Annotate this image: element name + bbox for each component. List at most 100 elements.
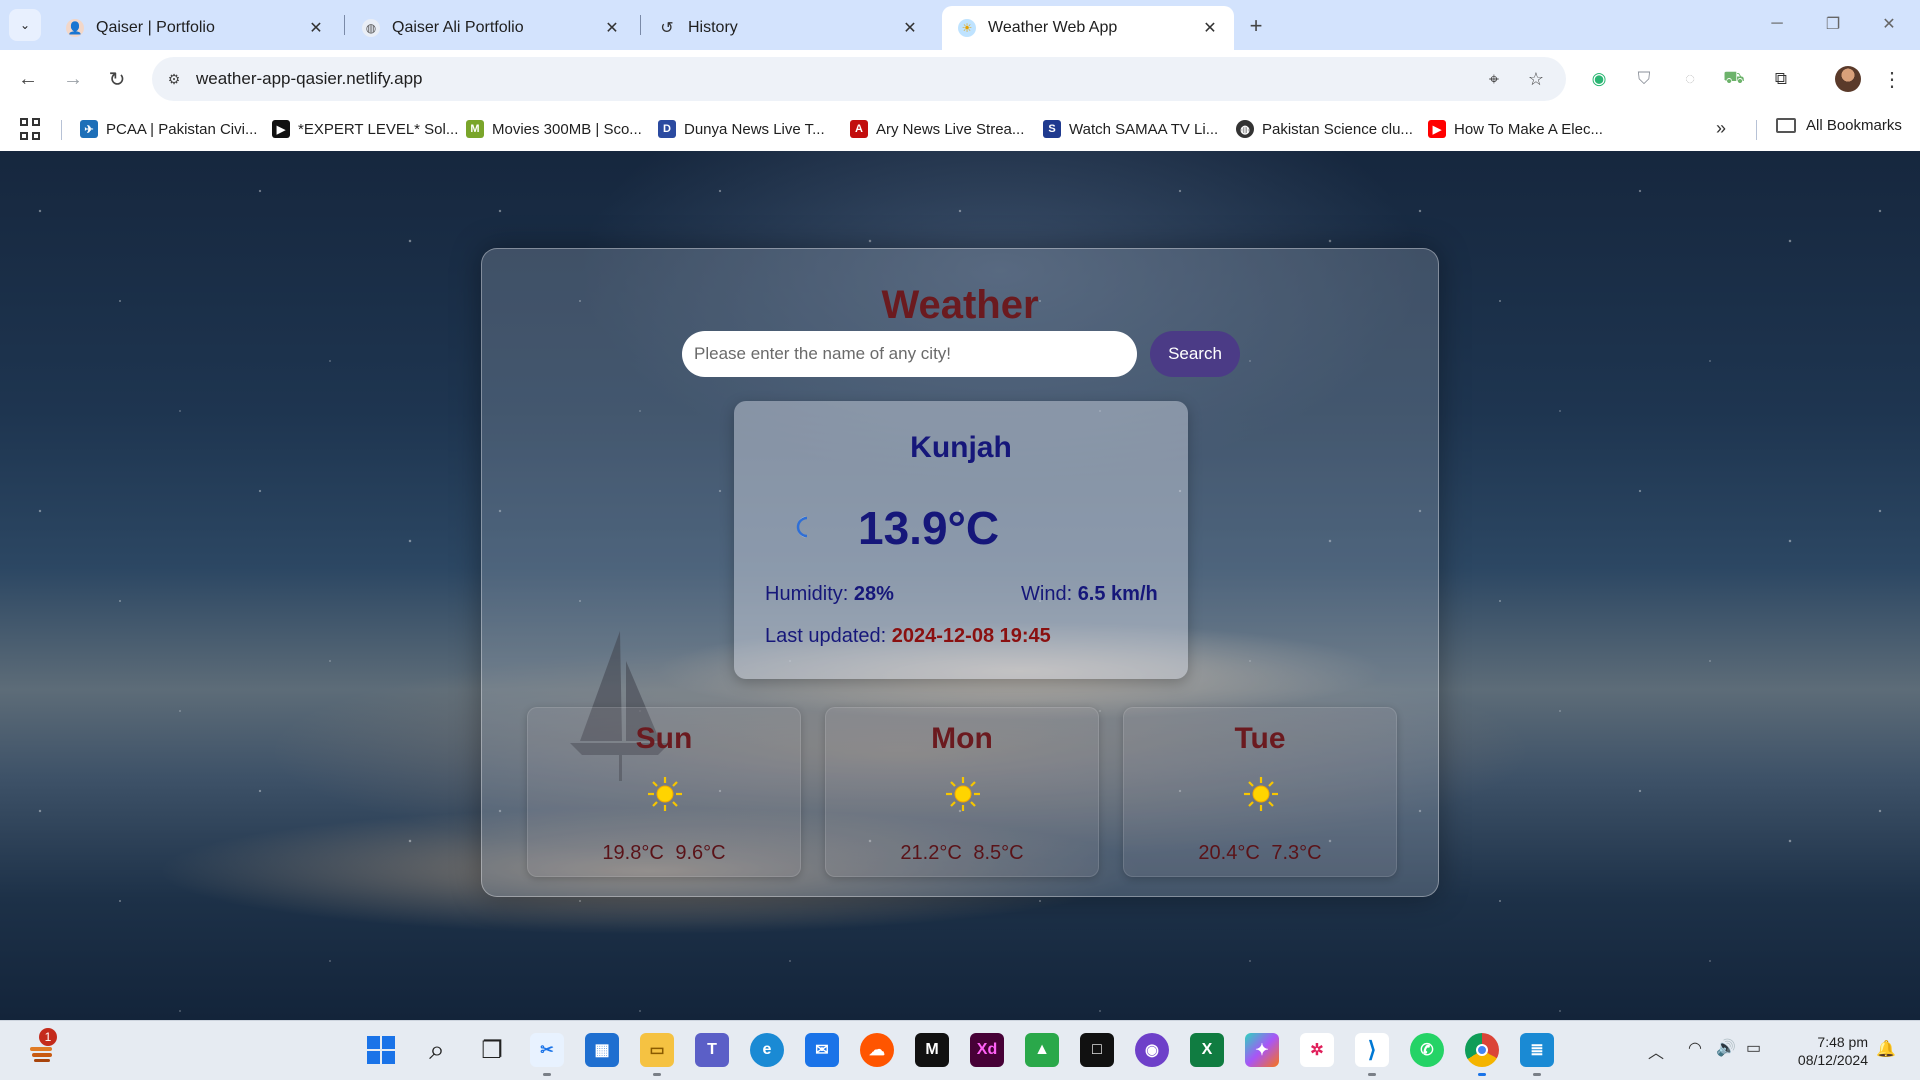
url-text[interactable]: weather-app-qasier.netlify.app [196,69,423,89]
weather-favicon-icon: ☀ [958,19,976,37]
wifi-icon[interactable]: ◠ [1688,1038,1702,1058]
new-tab-button[interactable]: + [1242,12,1270,40]
forecast-day: Mon [931,722,993,755]
tab-weather-web-app[interactable]: ☀ Weather Web App ✕ [942,6,1234,50]
battery-icon[interactable]: ▭ [1746,1038,1761,1058]
mail-icon[interactable]: ✉ [805,1033,839,1067]
search-button[interactable]: Search [1150,331,1240,377]
bookmark-label: Movies 300MB | Sco... [492,120,642,138]
close-icon[interactable]: ✕ [1200,18,1220,38]
forward-button[interactable]: → [56,62,90,96]
profile-avatar[interactable] [1835,66,1861,92]
samaa-icon: S [1043,120,1061,138]
edge-icon[interactable]: e [750,1033,784,1067]
history-icon: ↺ [660,20,674,37]
star-icon[interactable]: ☆ [1524,67,1548,91]
back-button[interactable]: ← [11,62,45,96]
notification-bell-icon[interactable]: 🔔 [1876,1039,1896,1059]
last-updated-value: 2024-12-08 19:45 [891,625,1051,647]
bookmark-youtube[interactable]: ▶ How To Make A Elec... [1428,116,1603,142]
app-square-icon[interactable]: □ [1080,1033,1114,1067]
photos-icon[interactable]: ▲ [1025,1033,1059,1067]
bookmark-ary-news[interactable]: A Ary News Live Strea... [850,116,1024,142]
page-background: Weather Search Kunjah 13.9°C Humidity: 2… [0,151,1920,1020]
sun-icon [648,777,682,811]
running-indicator [1478,1073,1486,1076]
windows-start-icon[interactable] [364,1033,398,1067]
last-updated-label: Last updated: [765,625,887,647]
city-search-input[interactable] [682,331,1137,377]
clock-time: 7:48 pm [1817,1034,1868,1050]
close-icon: ✕ [1882,16,1896,33]
extension-eye-icon[interactable]: ◉ [1587,67,1611,91]
ary-icon: A [850,120,868,138]
forecast-card-tue: Tue 20.4°C 7.3°C [1123,707,1397,877]
all-bookmarks-button[interactable]: All Bookmarks [1776,117,1902,134]
tab-qaiser-portfolio[interactable]: 👤 Qaiser | Portfolio ✕ [50,6,340,50]
bookmark-label: Pakistan Science clu... [1262,120,1413,138]
puzzle-icon[interactable]: ⧉ [1769,67,1793,91]
forecast-day: Tue [1234,722,1286,755]
site-info-icon[interactable]: ⚙ [162,67,186,91]
restore-button[interactable]: ❐ [1813,8,1853,40]
bookmark-pcaa[interactable]: ✈ PCAA | Pakistan Civi... [80,116,257,142]
cart-icon[interactable]: ⛟ [1722,67,1746,91]
close-icon[interactable]: ✕ [900,18,920,38]
app-m-icon[interactable]: M [915,1033,949,1067]
task-view-icon[interactable]: ❐ [475,1033,509,1067]
tab-history[interactable]: ↺ History ✕ [642,6,934,50]
arrow-right-icon: → [63,67,83,90]
extension-circle-icon[interactable]: ◌ [1678,67,1702,91]
soundcloud-icon[interactable]: ☁ [860,1033,894,1067]
address-bar[interactable]: ⚙ weather-app-qasier.netlify.app ⌖ ☆ [152,57,1566,101]
close-icon[interactable]: ✕ [602,18,622,38]
forecast-card-sun: Sun 19.8°C 9.6°C [527,707,801,877]
restore-icon: ❐ [1825,16,1841,33]
vscode-icon[interactable]: ⟩ [1355,1033,1389,1067]
tab-qaiser-ali-portfolio[interactable]: ◍ Qaiser Ali Portfolio ✕ [346,6,636,50]
folder-icon [1776,118,1796,133]
volume-icon[interactable]: 🔊 [1716,1038,1736,1058]
youtube-icon: ▶ [1428,120,1446,138]
teams-icon[interactable]: T [695,1033,729,1067]
menu-kebab-icon[interactable]: ⋮ [1880,65,1904,93]
search-icon[interactable]: ⌕ [420,1033,454,1067]
avatar-favicon-icon: 👤 [66,19,84,37]
file-explorer-icon[interactable]: ▭ [640,1033,674,1067]
bookmark-label: Dunya News Live T... [684,120,825,138]
bookmark-dunya-news[interactable]: D Dunya News Live T... [658,116,825,142]
chrome-icon[interactable] [1465,1033,1499,1067]
bookmark-movies[interactable]: M Movies 300MB | Sco... [466,116,642,142]
tab-search-button[interactable]: ⌄ [9,9,41,41]
wind-stat: Wind: 6.5 km/h [1021,583,1158,606]
notepad-icon[interactable]: ≣ [1520,1033,1554,1067]
location-pin-icon[interactable]: ⌖ [1482,67,1506,91]
clock[interactable]: 7:48 pm 08/12/2024 [1782,1033,1868,1069]
chevron-up-icon[interactable]: ︿ [1648,1039,1664,1063]
running-indicator [1368,1073,1376,1076]
bookmark-label: Watch SAMAA TV Li... [1069,120,1219,138]
forecast-temps: 21.2°C 8.5°C [900,842,1024,864]
chevron-double-right-icon[interactable]: » [1716,118,1726,139]
bookmark-samaa-tv[interactable]: S Watch SAMAA TV Li... [1043,116,1218,142]
close-icon[interactable]: ✕ [306,18,326,38]
reload-button[interactable]: ↻ [100,62,134,96]
apps-grid-icon[interactable] [20,118,44,142]
bookmark-expert-level[interactable]: ▶ *EXPERT LEVEL* Sol... [272,116,458,142]
microsoft-store-icon[interactable]: ▦ [585,1033,619,1067]
notification-badge: 1 [39,1028,57,1046]
excel-icon[interactable]: X [1190,1033,1224,1067]
bookmark-pakistan-science[interactable]: ◍ Pakistan Science clu... [1236,116,1413,142]
close-window-button[interactable]: ✕ [1869,8,1909,40]
bookmark-label: Ary News Live Strea... [876,120,1025,138]
shield-icon[interactable]: ⛉ [1632,67,1656,91]
minimize-button[interactable]: ─ [1757,8,1797,40]
snipping-tool-icon[interactable]: ✂ [530,1033,564,1067]
forecast-temps: 19.8°C 9.6°C [602,842,726,864]
adobe-xd-icon[interactable]: Xd [970,1033,1004,1067]
copilot-icon[interactable]: ✦ [1245,1033,1279,1067]
arrow-left-icon: ← [18,67,38,90]
whatsapp-icon[interactable]: ✆ [1410,1033,1444,1067]
slack-icon[interactable]: ✲ [1300,1033,1334,1067]
github-icon[interactable]: ◉ [1135,1033,1169,1067]
